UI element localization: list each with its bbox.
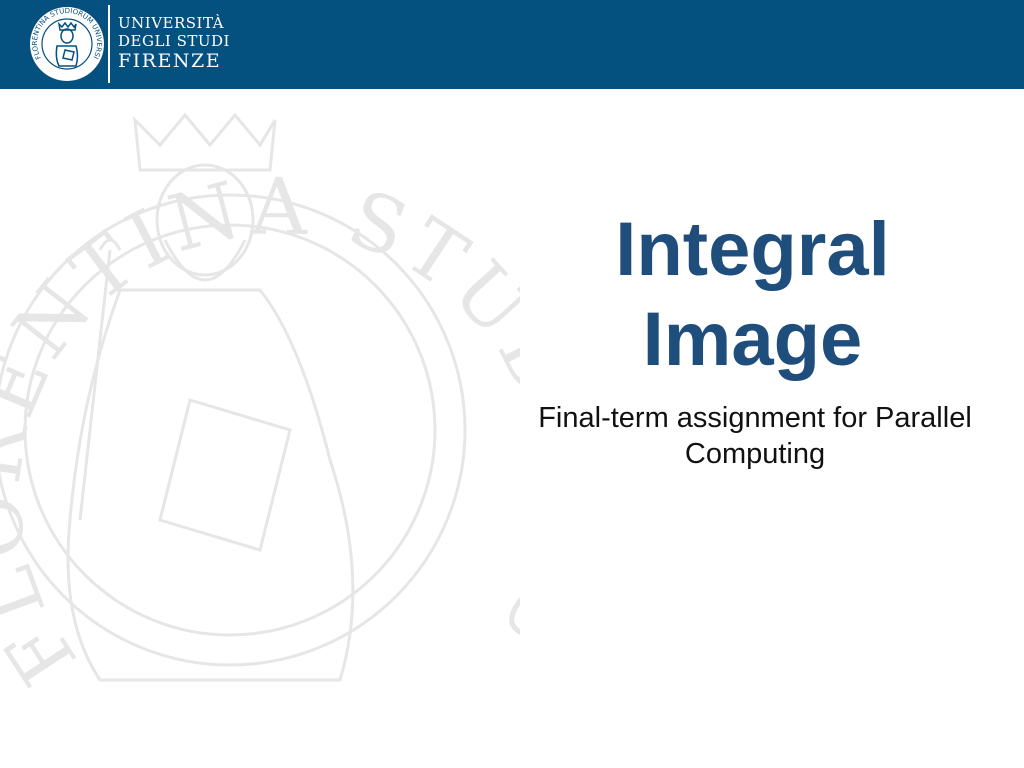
- subtitle-line-1: Final-term assignment for Parallel: [538, 402, 972, 434]
- title-line-1: Integral: [615, 207, 890, 292]
- logo-line-2: DEGLI STUDI: [118, 32, 230, 50]
- university-seal-watermark-icon: FLORENTINA STUDIORUM UNIVERSITAS: [0, 100, 520, 700]
- subtitle-line-2: Computing: [684, 438, 826, 470]
- university-logo-text: UNIVERSITÀ DEGLI STUDI FIRENZE: [118, 16, 230, 71]
- logo-line-1: UNIVERSITÀ: [118, 14, 224, 32]
- logo-line-3: FIRENZE: [118, 50, 222, 72]
- slide-title: Integral Image: [500, 205, 1005, 385]
- logo-divider: [108, 5, 110, 83]
- university-seal-icon: FLORENTINA STUDIORUM UNIVERSITAS: [29, 6, 104, 81]
- slide: FLORENTINA STUDIORUM UNIVERSITAS FLORENT…: [0, 0, 1024, 768]
- title-line-2: Image: [642, 297, 863, 382]
- slide-subtitle: Final-term assignment for Parallel Compu…: [505, 400, 1005, 472]
- header-bar: FLORENTINA STUDIORUM UNIVERSITAS UNIVERS…: [0, 0, 1024, 89]
